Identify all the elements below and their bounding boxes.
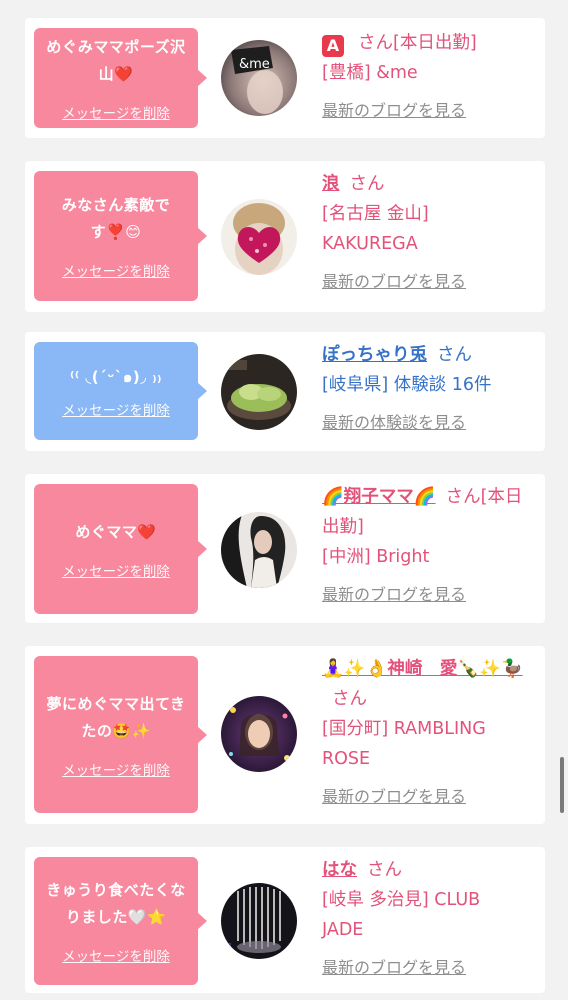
user-name-link[interactable]: A bbox=[322, 33, 348, 57]
message-bubble: めぐみママポーズ沢山❤️ メッセージを削除 bbox=[34, 28, 207, 128]
avatar-photo-icon bbox=[221, 199, 297, 275]
message-text: きゅうり食べたくなりました🤍⭐️ bbox=[46, 881, 186, 926]
user-info: ぽっちゃり兎 さん [岐阜県] 体験談 16件 最新の体験談を見る bbox=[322, 340, 537, 438]
user-info: 🌈翔子ママ🌈 さん[本日出勤] [中洲] Bright 最新のブログを見る bbox=[322, 482, 537, 610]
message-card: きゅうり食べたくなりました🤍⭐️ メッセージを削除 はな さん [岐阜 多治見] … bbox=[25, 847, 545, 993]
message-bubble: 夢にめぐママ出てきたの🤩✨ メッセージを削除 bbox=[34, 656, 207, 813]
user-name-link[interactable]: ぽっちゃり兎 bbox=[322, 345, 427, 365]
delete-message-link[interactable]: メッセージを削除 bbox=[62, 945, 170, 965]
delete-message-link[interactable]: メッセージを削除 bbox=[62, 399, 170, 419]
message-text: みなさん素敵です❣️😊 bbox=[61, 196, 171, 241]
latest-blog-link[interactable]: 最新のブログを見る bbox=[322, 580, 537, 610]
user-name-link[interactable]: 🧘‍♀️✨👌神崎 愛🍾✨🦆 bbox=[322, 659, 523, 679]
latest-blog-link[interactable]: 最新のブログを見る bbox=[322, 96, 537, 126]
message-text: めぐみママポーズ沢山❤️ bbox=[46, 38, 186, 83]
avatar-photo-icon: &me bbox=[221, 40, 297, 116]
user-suffix: さん bbox=[332, 689, 367, 709]
shop-label: [岐阜 多治見] CLUB JADE bbox=[322, 890, 481, 940]
message-text: 夢にめぐママ出てきたの🤩✨ bbox=[46, 694, 186, 740]
user-name-link[interactable]: はな bbox=[322, 860, 357, 880]
user-info: 🧘‍♀️✨👌神崎 愛🍾✨🦆 さん [国分町] RAMBLING ROSE 最新のブ… bbox=[322, 654, 537, 812]
message-card: めぐみママポーズ沢山❤️ メッセージを削除 &me A さん[本日出勤] [豊橋]… bbox=[25, 18, 545, 138]
avatar[interactable] bbox=[221, 883, 297, 959]
message-bubble: ⁽⁽ ◟(ˊᵕˋ๑)◞ ₎₎ メッセージを削除 bbox=[34, 342, 207, 440]
latest-review-link[interactable]: 最新の体験談を見る bbox=[322, 408, 537, 438]
avatar-photo-icon bbox=[221, 512, 297, 588]
user-info: A さん[本日出勤] [豊橋] &me 最新のブログを見る bbox=[322, 28, 537, 126]
user-info: 浪さん [名古屋 金山] KAKUREGA 最新のブログを見る bbox=[322, 169, 537, 297]
user-info: はな さん [岐阜 多治見] CLUB JADE 最新のブログを見る bbox=[322, 855, 537, 983]
latest-blog-link[interactable]: 最新のブログを見る bbox=[322, 953, 537, 983]
shop-label: [中洲] Bright bbox=[322, 547, 430, 567]
user-suffix: さん bbox=[437, 345, 472, 365]
message-bubble: きゅうり食べたくなりました🤍⭐️ メッセージを削除 bbox=[34, 857, 207, 985]
avatar-logo-text: &me bbox=[239, 57, 270, 72]
letter-a-badge-icon: A bbox=[322, 35, 344, 57]
avatar[interactable] bbox=[221, 199, 297, 275]
message-bubble: めぐママ❤️ メッセージを削除 bbox=[34, 484, 207, 614]
delete-message-link[interactable]: メッセージを削除 bbox=[62, 260, 170, 280]
delete-message-link[interactable]: メッセージを削除 bbox=[62, 102, 170, 122]
avatar-photo-icon bbox=[221, 883, 297, 959]
avatar-photo-icon bbox=[221, 354, 297, 430]
message-card: みなさん素敵です❣️😊 メッセージを削除 浪さん [名古屋 金山] KAKURE… bbox=[25, 161, 545, 312]
message-text: ⁽⁽ ◟(ˊᵕˋ๑)◞ ₎₎ bbox=[70, 367, 162, 386]
user-name-link[interactable]: 浪 bbox=[322, 174, 340, 194]
user-suffix: さん bbox=[349, 174, 385, 194]
shop-label: [岐阜県] 体験談 16件 bbox=[322, 375, 492, 395]
message-card: めぐママ❤️ メッセージを削除 🌈翔子ママ🌈 さん[本日出勤] [中洲] Brig… bbox=[25, 474, 545, 623]
avatar[interactable] bbox=[221, 354, 297, 430]
delete-message-link[interactable]: メッセージを削除 bbox=[62, 759, 170, 779]
shop-label: [豊橋] &me bbox=[322, 63, 418, 83]
avatar-photo-icon bbox=[221, 696, 297, 772]
shop-label: [国分町] RAMBLING ROSE bbox=[322, 719, 486, 769]
user-name-link[interactable]: 🌈翔子ママ🌈 bbox=[322, 487, 436, 507]
delete-message-link[interactable]: メッセージを削除 bbox=[62, 560, 170, 580]
message-text: めぐママ❤️ bbox=[75, 522, 157, 541]
avatar[interactable]: &me bbox=[221, 40, 297, 116]
latest-blog-link[interactable]: 最新のブログを見る bbox=[322, 267, 537, 297]
shop-label: [名古屋 金山] KAKUREGA bbox=[322, 204, 429, 254]
message-bubble: みなさん素敵です❣️😊 メッセージを削除 bbox=[34, 171, 207, 301]
message-card: 夢にめぐママ出てきたの🤩✨ メッセージを削除 🧘‍♀️✨👌神崎 愛🍾✨🦆 さん bbox=[25, 646, 545, 824]
avatar[interactable] bbox=[221, 512, 297, 588]
scrollbar[interactable] bbox=[560, 757, 564, 813]
user-suffix: さん bbox=[367, 860, 402, 880]
latest-blog-link[interactable]: 最新のブログを見る bbox=[322, 782, 537, 812]
user-suffix: さん[本日出勤] bbox=[358, 33, 477, 53]
avatar[interactable] bbox=[221, 696, 297, 772]
message-card: ⁽⁽ ◟(ˊᵕˋ๑)◞ ₎₎ メッセージを削除 ぽっちゃり兎 さん [岐阜県] 体… bbox=[25, 332, 545, 451]
